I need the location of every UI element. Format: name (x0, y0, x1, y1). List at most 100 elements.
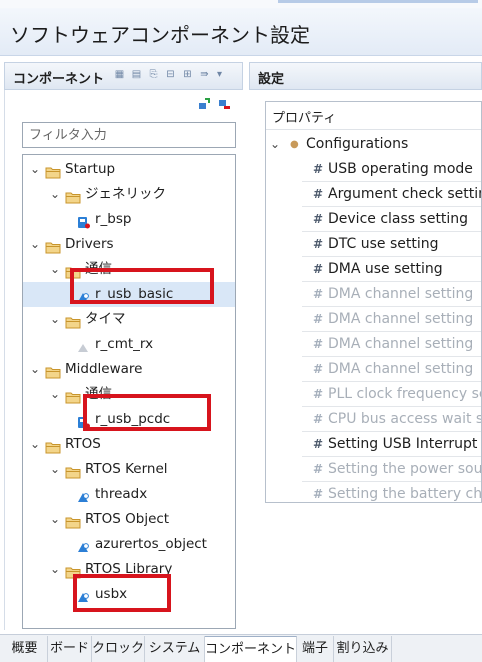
property-row[interactable]: # DMA channel setting (266, 282, 481, 307)
link-icon[interactable]: ⇛ (198, 69, 211, 81)
tree-item-azurertos-object[interactable]: azurertos_object (23, 532, 235, 557)
property-row[interactable]: # DTC use setting (266, 232, 481, 257)
tree-item-[interactable]: ⌄ タイマ (23, 307, 235, 332)
chevron-down-icon[interactable]: ⌄ (29, 357, 41, 382)
component-settings-icon[interactable]: ⎘ (147, 69, 160, 81)
tree-item-drivers[interactable]: ⌄ Drivers (23, 232, 235, 257)
property-row[interactable]: # DMA channel setting (266, 357, 481, 382)
property-label: Device class setting (328, 211, 469, 227)
chevron-down-icon[interactable]: ⌄ (29, 432, 41, 457)
folder-icon (45, 163, 61, 179)
highlight-box-usbx (73, 574, 171, 612)
hash-icon: # (312, 212, 324, 226)
folder-icon (65, 388, 81, 404)
tab-overview[interactable]: 概要 (2, 636, 48, 662)
collapse-all-icon[interactable]: ⊟ (164, 69, 177, 81)
chevron-down-icon[interactable]: ⌄ (49, 457, 61, 482)
top-strip (0, 0, 482, 8)
add-component-tool-icon[interactable] (198, 98, 210, 110)
chevron-down-icon[interactable]: ⌄ (49, 182, 61, 207)
chevron-down-icon[interactable]: ⌄ (29, 232, 41, 257)
property-label: Setting the power sou (328, 461, 482, 477)
tab-components[interactable]: コンポーネント (205, 636, 297, 662)
tree-item-label: Middleware (65, 361, 143, 377)
tree-item-r-bsp[interactable]: r_bsp (23, 207, 235, 232)
chevron-down-icon[interactable]: ⌄ (49, 557, 61, 582)
tree-item-rtos-kernel[interactable]: ⌄ RTOS Kernel (23, 457, 235, 482)
hash-icon: # (312, 312, 324, 326)
tree-item-label: azurertos_object (95, 536, 207, 552)
folder-icon (45, 438, 61, 454)
folder-icon (65, 513, 81, 529)
hash-icon: # (312, 237, 324, 251)
hash-icon: # (312, 362, 324, 376)
hash-icon: # (312, 162, 324, 176)
hash-icon: # (312, 412, 324, 426)
chevron-down-icon[interactable]: ⌄ (29, 157, 41, 182)
settings-gear-icon: ● (290, 139, 299, 150)
property-row[interactable]: # DMA channel setting (266, 332, 481, 357)
chevron-down-icon[interactable]: ⌄ (49, 382, 61, 407)
configurations-group-row[interactable]: ⌄ ● Configurations (266, 132, 481, 157)
bottom-tab-bar: 概要 ボード クロック システム コンポーネント 端子 割り込み (0, 634, 482, 662)
chevron-down-icon[interactable]: ⌄ (270, 132, 280, 157)
folder-icon (65, 188, 81, 204)
window-title: ソフトウェアコンポーネント設定 (10, 23, 310, 47)
tree-item-r-cmt-rx[interactable]: r_cmt_rx (23, 332, 235, 357)
component-tree[interactable]: ⌄ Startup ⌄ ジェネリック r_bsp ⌄ Drivers ⌄ 通信 r_usb_bas… (22, 154, 236, 629)
tree-item-middleware[interactable]: ⌄ Middleware (23, 357, 235, 382)
title-bar: ソフトウェアコンポーネント設定 (0, 8, 482, 56)
filter-box[interactable] (22, 122, 236, 148)
tree-item-startup[interactable]: ⌄ Startup (23, 157, 235, 182)
property-row[interactable]: # Setting the power sou (266, 457, 482, 482)
property-row[interactable]: # Setting the battery cha (266, 482, 481, 502)
filter-input[interactable] (23, 123, 235, 147)
property-row[interactable]: # Setting USB Interrupt (266, 432, 481, 457)
view-menu-icon[interactable]: ▾ (213, 69, 226, 81)
hash-icon: # (312, 287, 324, 301)
tab-board[interactable]: ボード (48, 636, 92, 662)
property-row[interactable]: # USB operating mode (266, 157, 481, 182)
expand-all-icon[interactable]: ⊞ (181, 69, 194, 81)
components-panel-header: コンポーネント ▦ ▤ ⎘ ⊟ ⊞ ⇛ ▾ (4, 62, 243, 90)
tree-item-rtos[interactable]: ⌄ RTOS (23, 432, 235, 457)
hash-icon: # (312, 337, 324, 351)
property-row[interactable]: # DMA use setting (266, 257, 481, 282)
property-row[interactable]: # PLL clock frequency se (266, 382, 481, 407)
property-row[interactable]: # Device class setting (266, 207, 481, 232)
property-row[interactable]: # DMA channel setting (266, 307, 481, 332)
property-label: Setting USB Interrupt (328, 436, 478, 452)
property-label: Argument check settin (328, 186, 482, 202)
property-label: DTC use setting (328, 236, 439, 252)
chevron-down-icon[interactable]: ⌄ (49, 507, 61, 532)
configurations-label: Configurations (306, 136, 409, 152)
tree-item-threadx[interactable]: threadx (23, 482, 235, 507)
property-row[interactable]: # Argument check settin (266, 182, 482, 207)
folder-icon (65, 313, 81, 329)
chevron-down-icon[interactable]: ⌄ (49, 257, 61, 282)
property-table: プロパティ ⌄ ● Configurations # USB operating … (265, 101, 482, 503)
add-component-icon[interactable]: ▦ (113, 69, 126, 81)
tab-interrupts[interactable]: 割り込み (334, 636, 392, 662)
tree-item-label: タイマ (85, 311, 126, 327)
tab-system[interactable]: システム (145, 636, 205, 662)
hash-icon: # (312, 262, 324, 276)
hash-icon: # (312, 462, 324, 476)
tree-item-label: ジェネリック (85, 186, 166, 202)
property-row[interactable]: # CPU bus access wait s (266, 407, 481, 432)
tree-item-[interactable]: ⌄ ジェネリック (23, 182, 235, 207)
folder-icon (65, 463, 81, 479)
settings-panel-header: 設定 (249, 62, 482, 90)
tab-pins[interactable]: 端子 (297, 636, 334, 662)
property-label: DMA channel setting (328, 361, 474, 377)
remove-component-icon[interactable]: ▤ (130, 69, 143, 81)
remove-component-tool-icon[interactable] (218, 98, 230, 110)
chevron-down-icon[interactable]: ⌄ (49, 307, 61, 332)
settings-panel-title: 設定 (258, 72, 285, 87)
component-icon (75, 488, 91, 502)
tree-item-label: RTOS Object (85, 511, 170, 527)
tab-clock[interactable]: クロック (92, 636, 145, 662)
tree-item-rtos-object[interactable]: ⌄ RTOS Object (23, 507, 235, 532)
highlight-box-r-usb-pcdc (83, 394, 211, 431)
highlight-box-r-usb-basic (70, 268, 214, 304)
